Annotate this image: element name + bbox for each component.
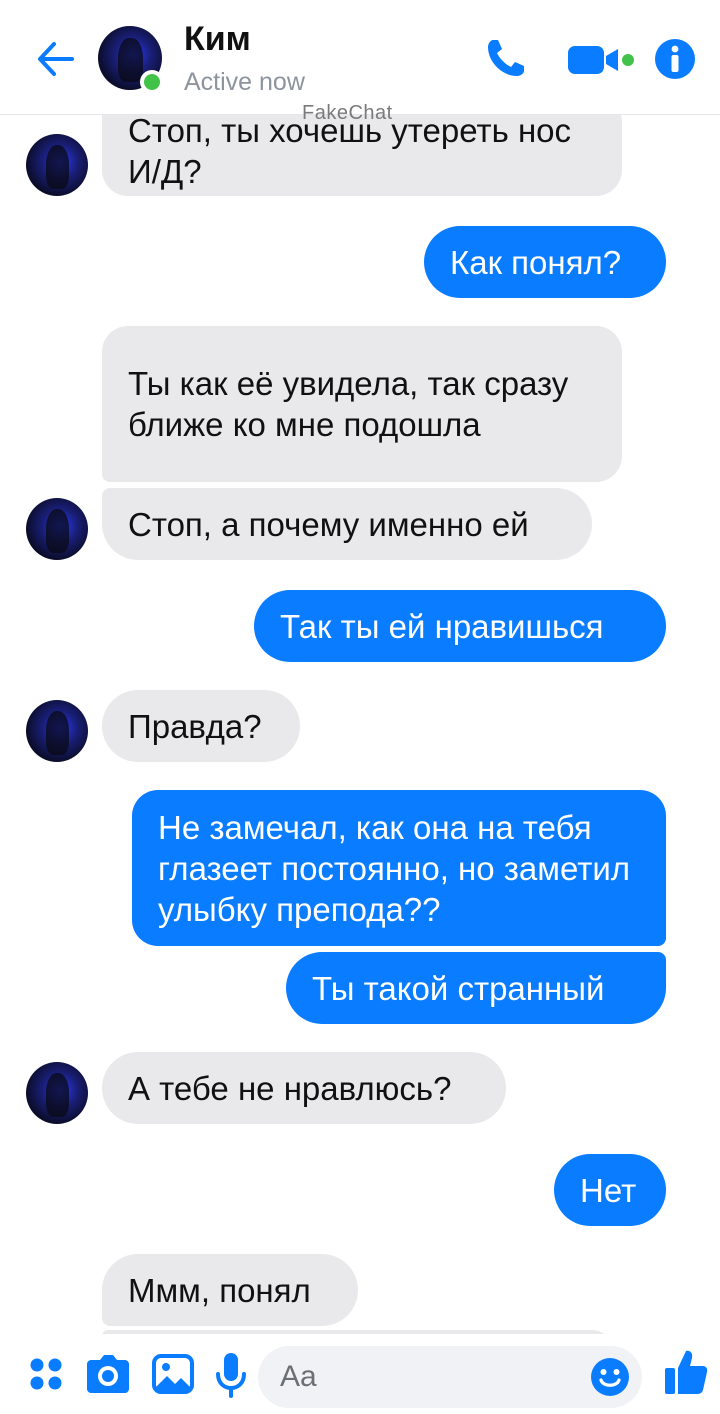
message-bubble-outgoing[interactable]: Так ты ей нравишься: [254, 590, 666, 662]
apps-grid-icon[interactable]: [28, 1356, 64, 1392]
contact-avatar[interactable]: [26, 1062, 88, 1124]
phone-icon[interactable]: [484, 36, 528, 80]
message-bubble-outgoing[interactable]: Как понял?: [424, 226, 666, 298]
message-text: Ты такой странный: [312, 969, 605, 1007]
message-composer: Aa: [0, 1334, 720, 1414]
message-bubble-incoming[interactable]: Ммм, понял: [102, 1254, 358, 1326]
camera-icon[interactable]: [86, 1354, 130, 1394]
microphone-icon[interactable]: [214, 1352, 248, 1398]
message-text: Так ты ей нравишься: [280, 607, 604, 645]
emoji-icon[interactable]: [590, 1357, 630, 1397]
video-camera-icon[interactable]: [566, 40, 638, 80]
message-bubble-incoming[interactable]: А тебе не нравлюсь?: [102, 1052, 506, 1124]
gallery-icon[interactable]: [152, 1354, 194, 1394]
message-text: Как понял?: [450, 243, 622, 281]
message-bubble-outgoing[interactable]: Ты такой странный: [286, 952, 666, 1024]
info-icon[interactable]: [654, 38, 696, 80]
message-bubble-incoming[interactable]: Ты как её увидела, так сразу ближе ко мн…: [102, 326, 622, 482]
contact-avatar[interactable]: [26, 700, 88, 762]
online-indicator: [140, 70, 164, 94]
message-text: Ты как её увидела, так сразу ближе ко мн…: [128, 365, 569, 443]
message-input-placeholder: Aa: [280, 1360, 317, 1393]
contact-avatar[interactable]: [26, 498, 88, 560]
watermark: FakeChat: [302, 102, 393, 124]
message-text: Не замечал, как она на тебя глазеет пост…: [158, 808, 631, 928]
thumbs-up-icon[interactable]: [664, 1348, 708, 1396]
message-text: Нет: [580, 1171, 637, 1209]
chat-header: Ким Active now: [0, 0, 720, 115]
message-text: Ммм, понял: [128, 1271, 311, 1309]
message-text: Стоп, а почему именно ей: [128, 505, 529, 543]
message-bubble-incoming[interactable]: Стоп, а почему именно ей: [102, 488, 592, 560]
active-status: Active now: [184, 68, 305, 96]
message-bubble-incoming[interactable]: Правда?: [102, 690, 300, 762]
message-text: Правда?: [128, 707, 262, 745]
contact-avatar[interactable]: [26, 134, 88, 196]
message-text: А тебе не нравлюсь?: [128, 1069, 452, 1107]
contact-name[interactable]: Ким: [184, 20, 251, 59]
message-bubble-outgoing[interactable]: Нет: [554, 1154, 666, 1226]
message-bubble-outgoing[interactable]: Не замечал, как она на тебя глазеет пост…: [132, 790, 666, 946]
message-input[interactable]: Aa: [258, 1346, 642, 1408]
back-arrow-icon[interactable]: [32, 36, 78, 82]
